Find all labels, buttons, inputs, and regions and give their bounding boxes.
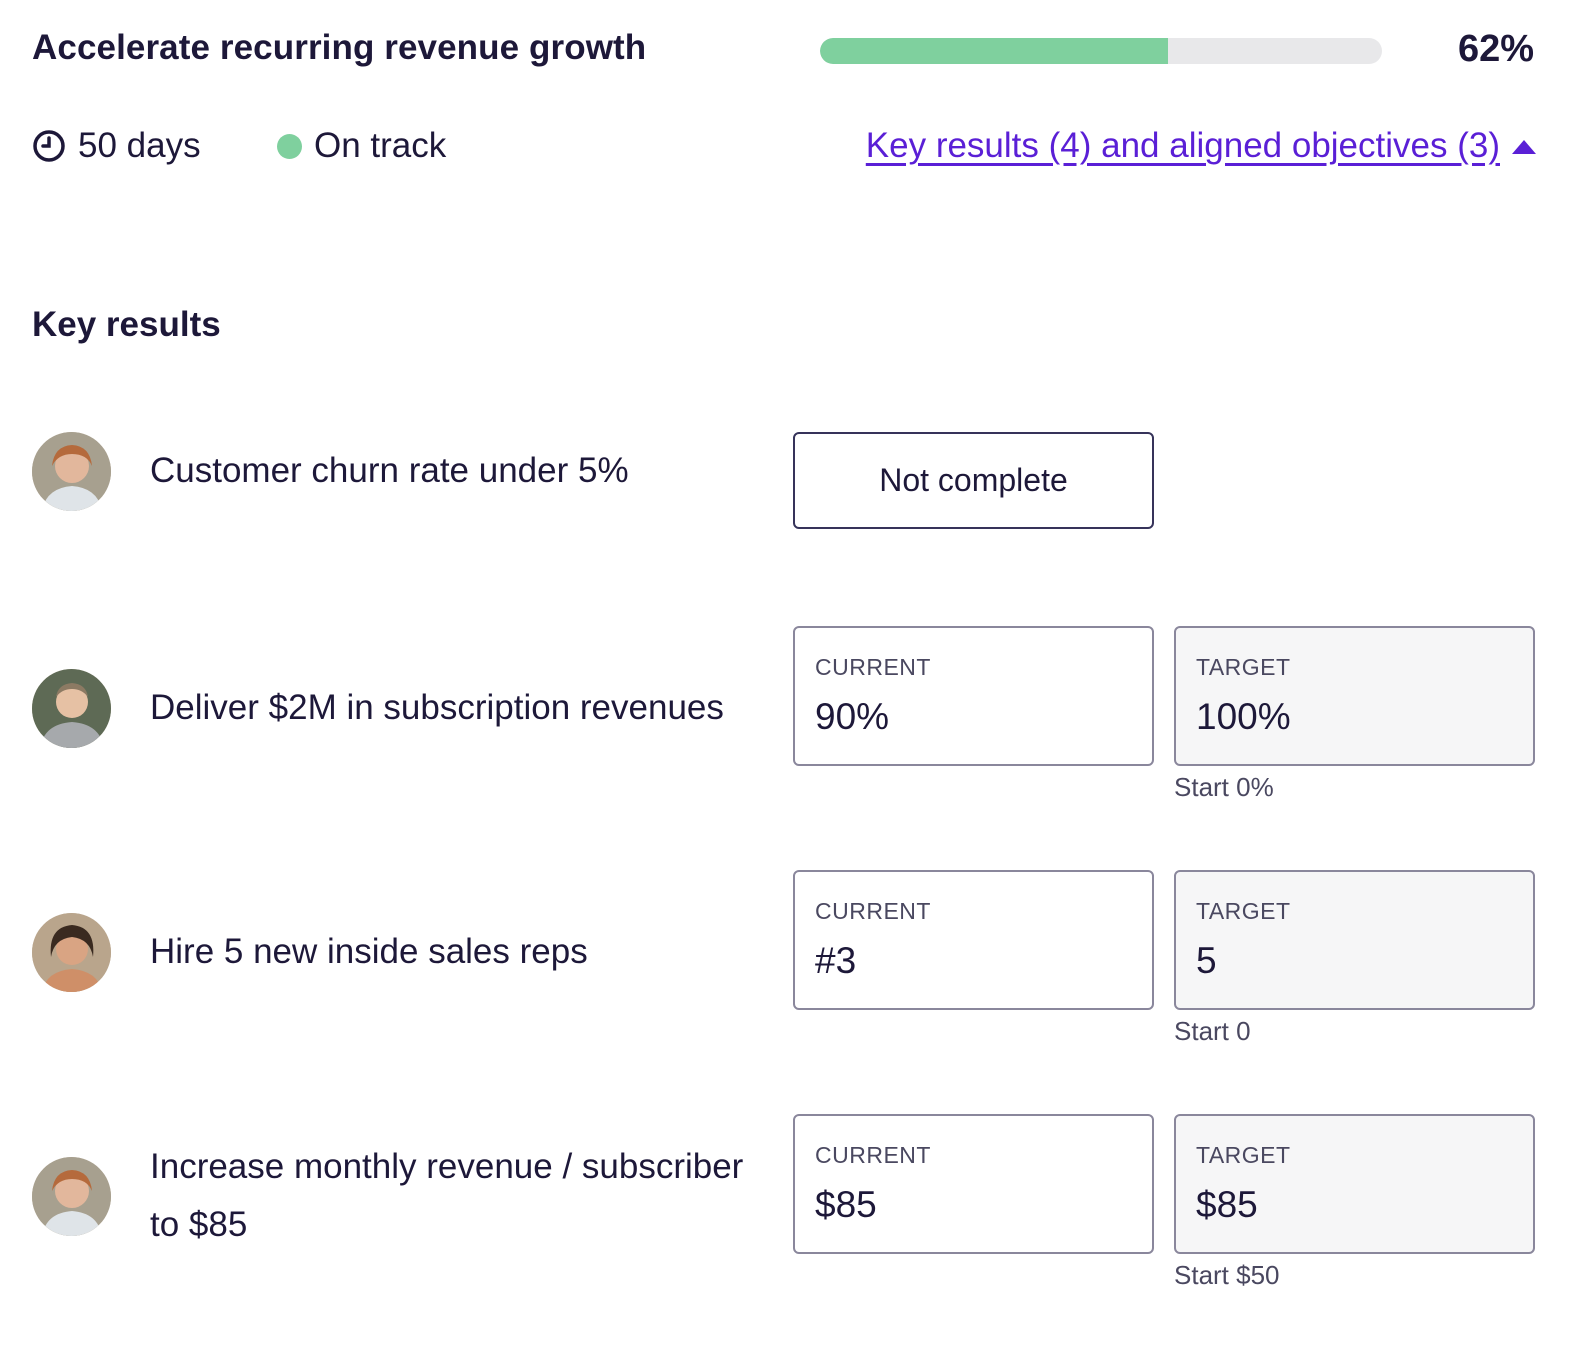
section-title: Key results	[32, 305, 221, 344]
current-label: CURRENT	[815, 898, 931, 924]
current-value-field[interactable]: CURRENT 90%	[793, 626, 1154, 766]
status-indicator: On track	[277, 126, 446, 166]
caret-up-icon[interactable]	[1512, 140, 1536, 154]
current-value: #3	[815, 940, 857, 981]
current-value: $85	[815, 1184, 877, 1225]
key-result-title[interactable]: Increase monthly revenue / subscriber to…	[150, 1138, 770, 1254]
target-value-field: TARGET $85	[1174, 1114, 1535, 1254]
key-results-toggle-link[interactable]: Key results (4) and aligned objectives (…	[866, 126, 1500, 166]
current-value-field[interactable]: CURRENT #3	[793, 870, 1154, 1010]
owner-avatar[interactable]	[32, 1157, 111, 1236]
clock-icon	[32, 129, 66, 163]
days-remaining: 50 days	[32, 126, 201, 166]
key-result-title[interactable]: Customer churn rate under 5%	[150, 442, 770, 500]
target-value: 5	[1196, 940, 1217, 981]
owner-avatar[interactable]	[32, 432, 111, 511]
current-value: 90%	[815, 696, 890, 737]
current-label: CURRENT	[815, 654, 931, 680]
days-label: 50 days	[78, 126, 201, 165]
objective-meta-row: 50 days On track Key results (4) and ali…	[32, 126, 1536, 172]
key-result-title[interactable]: Hire 5 new inside sales reps	[150, 923, 770, 981]
target-label: TARGET	[1196, 654, 1291, 680]
start-value: Start $50	[1174, 1260, 1280, 1290]
target-value: 100%	[1196, 696, 1291, 737]
owner-avatar[interactable]	[32, 669, 111, 748]
target-value-field: TARGET 100%	[1174, 626, 1535, 766]
key-result-title[interactable]: Deliver $2M in subscription revenues	[150, 679, 770, 737]
objective-progress-percent: 62%	[1457, 28, 1534, 70]
okr-objective-panel: Accelerate recurring revenue growth 62% …	[0, 0, 1592, 1356]
target-label: TARGET	[1196, 898, 1291, 924]
status-label: On track	[314, 126, 447, 165]
owner-avatar[interactable]	[32, 913, 111, 992]
current-label: CURRENT	[815, 1142, 931, 1168]
target-value: $85	[1196, 1184, 1258, 1225]
target-label: TARGET	[1196, 1142, 1291, 1168]
target-value-field: TARGET 5	[1174, 870, 1535, 1010]
objective-progress-bar	[820, 38, 1382, 64]
status-dot-icon	[277, 133, 302, 159]
not-complete-button[interactable]: Not complete	[793, 432, 1154, 529]
objective-title[interactable]: Accelerate recurring revenue growth	[32, 28, 646, 68]
objective-progress-fill	[820, 38, 1169, 64]
start-value: Start 0%	[1174, 772, 1274, 802]
current-value-field[interactable]: CURRENT $85	[793, 1114, 1154, 1254]
start-value: Start 0	[1174, 1016, 1251, 1046]
